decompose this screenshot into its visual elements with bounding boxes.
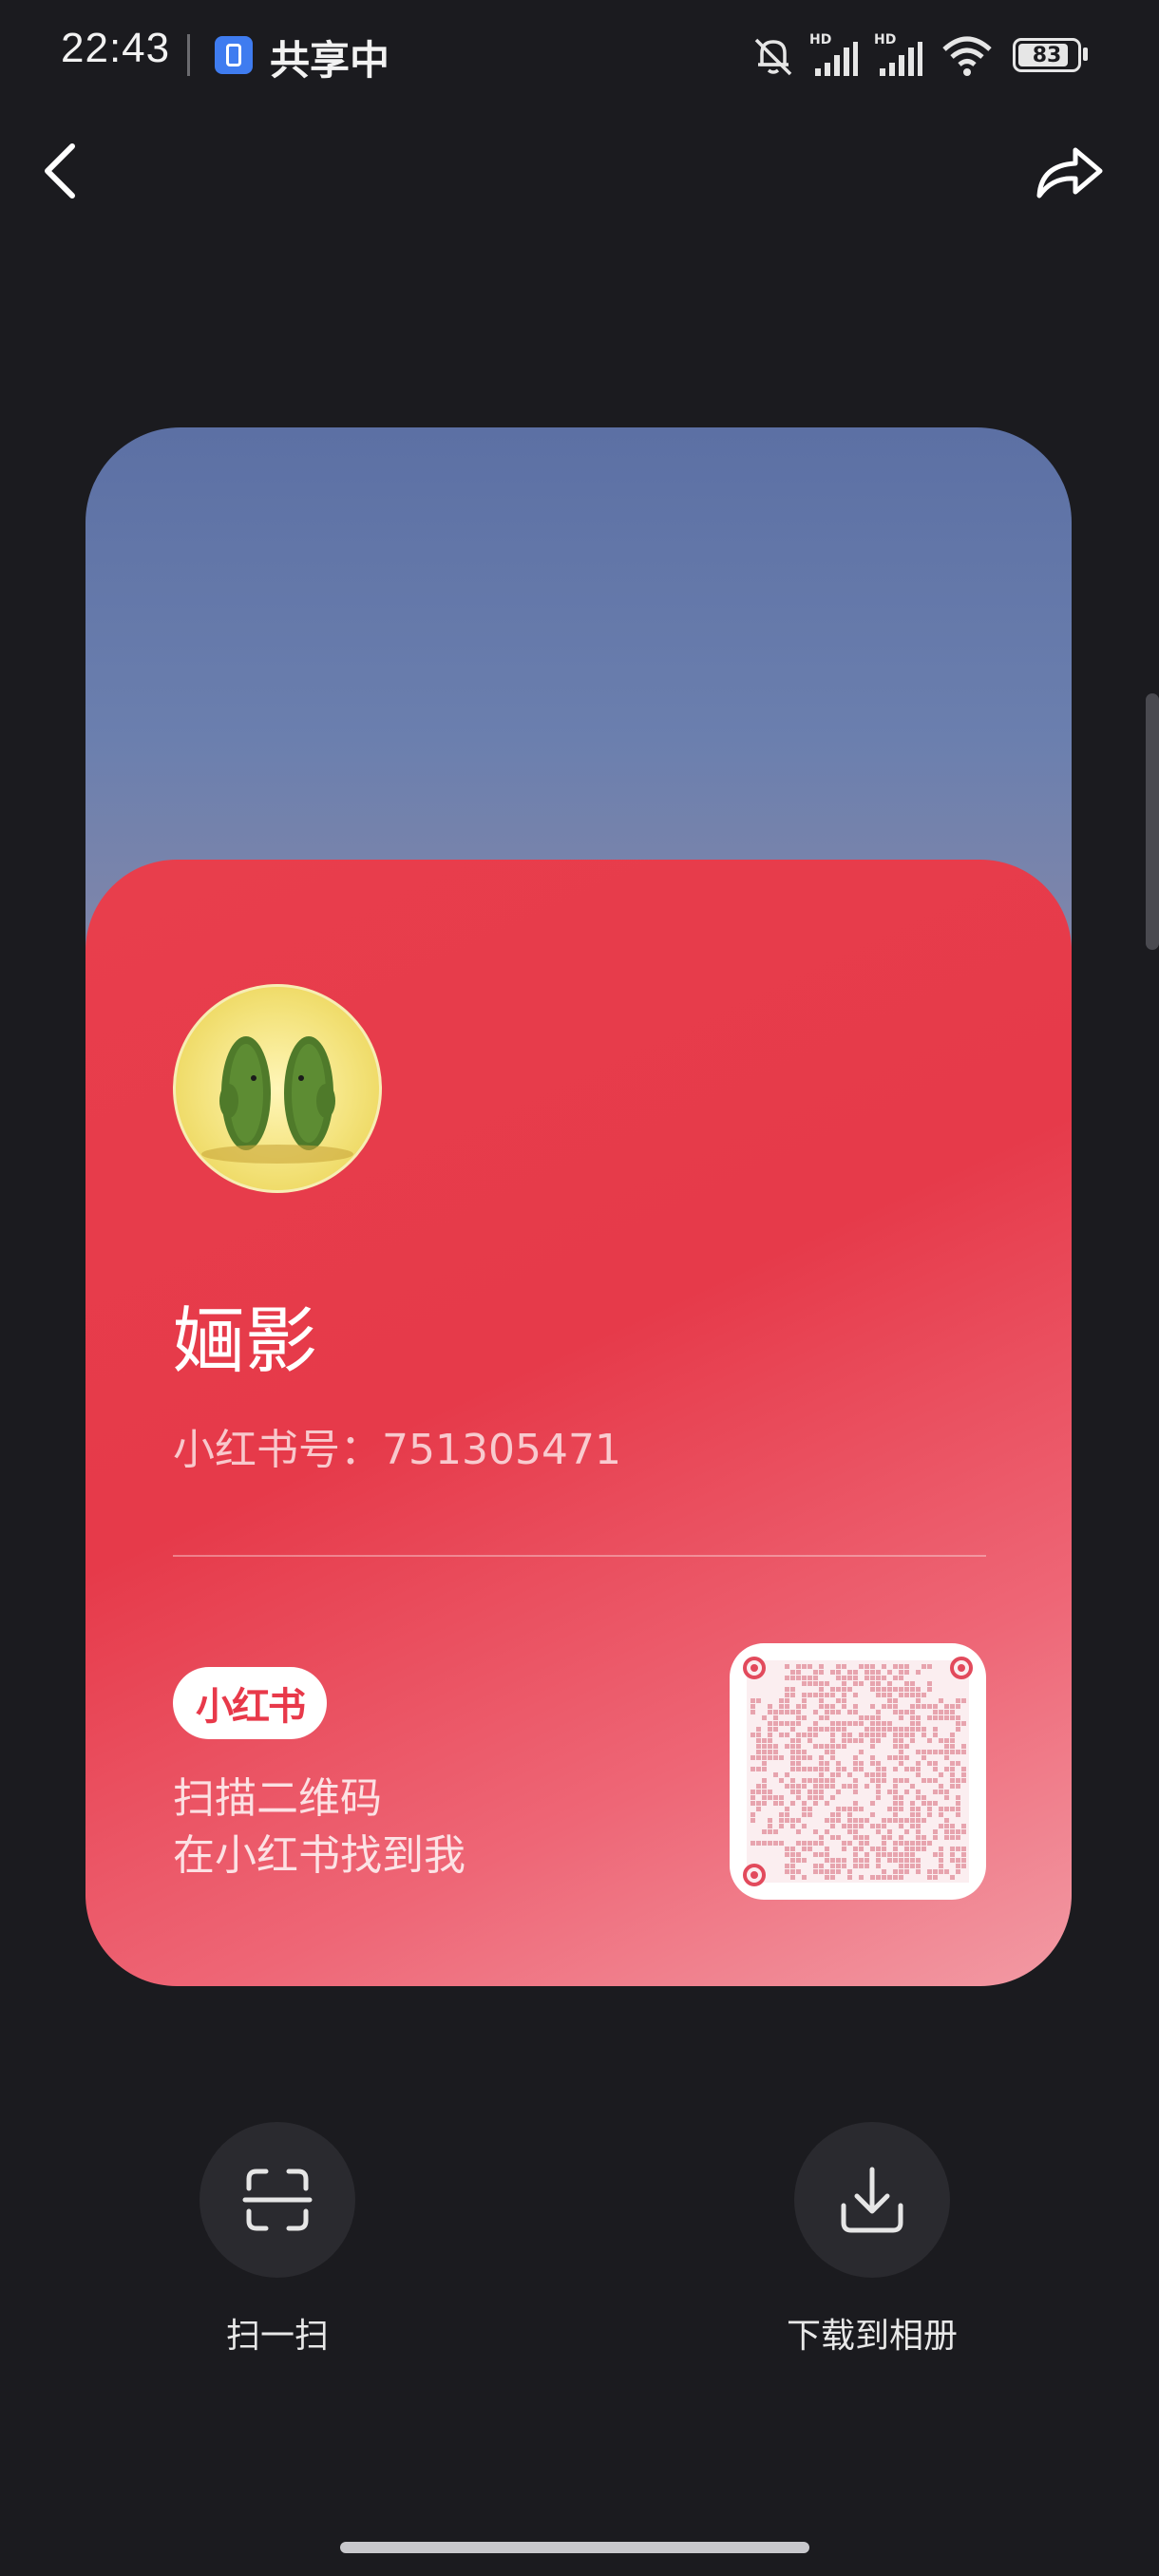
screen-share-icon [215, 36, 253, 74]
download-icon [841, 2167, 903, 2233]
qr-code-image [743, 1657, 973, 1886]
battery-icon: 83 [1013, 38, 1081, 72]
share-icon [1036, 147, 1103, 199]
scrollbar[interactable] [1146, 693, 1159, 950]
scan-hint-line1: 扫描二维码 [173, 1774, 382, 1823]
bell-muted-icon [754, 38, 792, 76]
scan-button[interactable] [200, 2122, 355, 2278]
chevron-left-icon [45, 143, 75, 199]
wifi-icon [942, 36, 992, 76]
qr-code[interactable] [730, 1643, 986, 1900]
screen-share-label: 共享中 [270, 37, 390, 84]
user-name: 婳影 [173, 1298, 317, 1383]
user-id: 小红书号：751305471 [173, 1426, 621, 1474]
status-time: 22:43 [61, 25, 171, 71]
brand-logo: 小红书 [173, 1667, 327, 1739]
signal-icon-2 [880, 42, 922, 76]
scan-icon [242, 2169, 313, 2231]
status-separator [187, 34, 190, 76]
share-button[interactable] [1026, 133, 1112, 209]
scan-hint: 扫描二维码 在小红书找到我 [173, 1771, 466, 1885]
download-button[interactable] [794, 2122, 950, 2278]
avatar [173, 984, 382, 1193]
card-divider [173, 1555, 986, 1557]
back-button[interactable] [28, 133, 95, 209]
signal-icon [815, 42, 858, 76]
battery-level: 83 [1032, 43, 1062, 67]
download-label[interactable]: 下载到相册 [747, 2308, 998, 2358]
scan-hint-line2: 在小红书找到我 [173, 1831, 466, 1880]
cactus-avatar-image [201, 1036, 353, 1164]
home-indicator[interactable] [340, 2542, 809, 2553]
scan-label[interactable]: 扫一扫 [152, 2308, 403, 2358]
